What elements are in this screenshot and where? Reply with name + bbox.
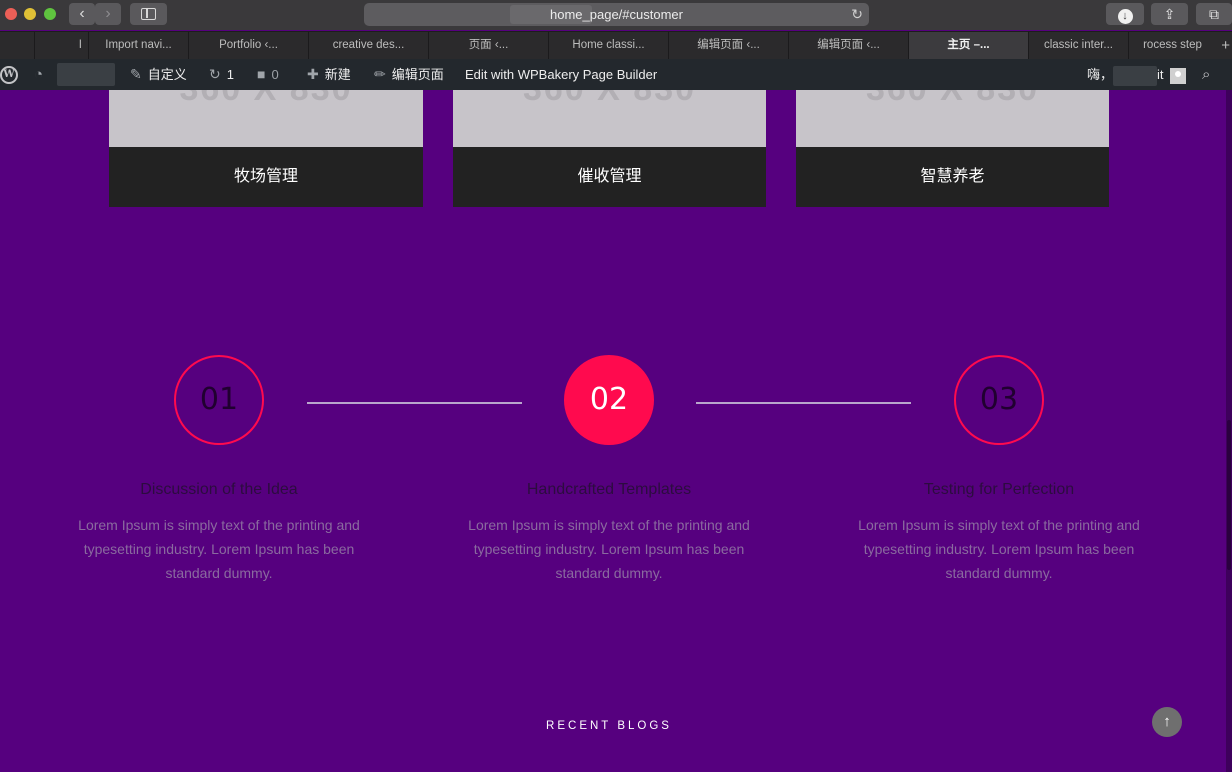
share-button[interactable]: ⇪	[1151, 3, 1188, 25]
step-2-circle: 02	[564, 355, 654, 445]
step-1-title: Discussion of the Idea	[140, 481, 298, 498]
card-title: 催收管理	[453, 147, 766, 207]
new-content-link[interactable]: ✚ 新建	[307, 59, 351, 90]
new-tab-button[interactable]: +	[1221, 32, 1230, 59]
tab-label: 主页 –...	[947, 39, 990, 51]
chevron-left-icon: ‹	[79, 5, 85, 22]
paintbrush-icon: ✎	[130, 66, 142, 82]
username-suffix: it	[1157, 67, 1164, 82]
portfolio-card[interactable]: 360 X 830 牧场管理	[109, 90, 423, 207]
scroll-to-top-button[interactable]: ↑	[1152, 707, 1182, 737]
new-label: 新建	[324, 67, 351, 82]
greeting-text: 嗨，	[1087, 67, 1114, 82]
browser-titlebar: ‹ › home_page/#customer ↻ ↓ ⇪ ⧉	[0, 0, 1232, 30]
plus-icon: ✚	[307, 66, 319, 82]
placeholder-dimensions: 360 X 830	[796, 90, 1109, 109]
card-image-placeholder: 360 X 830	[453, 90, 766, 147]
tab-label: 编辑页面 ‹...	[817, 39, 880, 51]
redacted-site-name[interactable]	[57, 63, 115, 86]
comments-link[interactable]: ■ 0	[257, 59, 279, 90]
step-2-description: Lorem Ipsum is simply text of the printi…	[468, 517, 750, 581]
address-bar[interactable]: home_page/#customer ↻	[364, 3, 869, 26]
tab-overview-button[interactable]: ⧉	[1196, 3, 1232, 25]
search-icon[interactable]: ⌕	[1202, 59, 1210, 90]
tab-label: rocess step	[1143, 39, 1202, 51]
tabs-overview-icon: ⧉	[1209, 6, 1219, 22]
tab-4[interactable]: creative des...	[308, 32, 428, 59]
step-3-circle: 03	[954, 355, 1044, 445]
sidebar-toggle-button[interactable]	[130, 3, 167, 25]
edit-page-label: 编辑页面	[391, 67, 444, 82]
arrow-up-icon: ↑	[1163, 713, 1171, 730]
card-image-placeholder: 360 X 830	[109, 90, 423, 147]
tab-label: classic inter...	[1043, 39, 1114, 51]
tab-label: 页面 ‹...	[468, 39, 509, 51]
redacted-username	[1113, 65, 1158, 86]
wordpress-icon: W	[0, 66, 18, 84]
step-1-circle: 01	[174, 355, 264, 445]
downloads-button[interactable]: ↓	[1106, 3, 1144, 25]
comment-icon: ■	[257, 66, 266, 82]
reload-icon[interactable]: ↻	[851, 3, 863, 26]
card-title: 牧场管理	[109, 147, 423, 207]
portfolio-card[interactable]: 360 X 830 智慧养老	[796, 90, 1109, 207]
recent-blogs-heading: RECENT BLOGS	[546, 720, 672, 732]
download-icon: ↓	[1117, 9, 1133, 24]
tab-label: 编辑页面 ‹...	[697, 39, 760, 51]
page-scrollbar-thumb[interactable]	[1227, 420, 1231, 570]
refresh-icon: ↻	[209, 66, 221, 82]
close-window-button[interactable]	[5, 8, 17, 20]
wpbakery-label: Edit with WPBakery Page Builder	[465, 67, 658, 82]
wpbakery-edit-link[interactable]: Edit with WPBakery Page Builder	[465, 59, 657, 90]
wordpress-logo-button[interactable]: W	[0, 59, 22, 90]
customize-link[interactable]: ✎ 自定义	[130, 59, 187, 90]
tab-10[interactable]: classic inter...	[1028, 32, 1128, 59]
tab-8[interactable]: 编辑页面 ‹...	[788, 32, 908, 59]
pencil-icon: ✏	[374, 66, 386, 82]
tab-label: Home classi...	[572, 39, 645, 51]
back-button[interactable]: ‹	[69, 3, 95, 25]
step-3-title: Testing for Perfection	[923, 481, 1075, 498]
chevron-right-icon: ›	[105, 5, 111, 22]
minimize-window-button[interactable]	[24, 8, 36, 20]
step-connector-line	[307, 402, 522, 404]
step-connector-line	[696, 402, 911, 404]
zoom-window-button[interactable]	[44, 8, 56, 20]
tab-label: I	[78, 39, 82, 51]
portfolio-card[interactable]: 360 X 830 催收管理	[453, 90, 766, 207]
tab-strip: I Import navi... Portfolio ‹... creative…	[0, 31, 1232, 59]
placeholder-dimensions: 360 X 830	[109, 90, 423, 109]
my-account-menu[interactable]: 嗨， it	[1087, 59, 1186, 90]
tab-1[interactable]: I	[34, 32, 88, 59]
updates-count: 1	[226, 67, 234, 82]
tab-11[interactable]: rocess step	[1128, 32, 1216, 59]
tab-3[interactable]: Portfolio ‹...	[188, 32, 308, 59]
url-text: home_page/#customer	[550, 7, 683, 22]
forward-button[interactable]: ›	[95, 3, 121, 25]
tab-label: creative des...	[332, 39, 405, 51]
tab-2[interactable]: Import navi...	[88, 32, 188, 59]
comments-count: 0	[271, 67, 279, 82]
share-icon: ⇪	[1163, 6, 1176, 22]
avatar	[1169, 67, 1186, 84]
tab-label: Import navi...	[105, 39, 172, 51]
tab-label: Portfolio ‹...	[219, 39, 278, 51]
tab-5[interactable]: 页面 ‹...	[428, 32, 548, 59]
card-image-placeholder: 360 X 830	[796, 90, 1109, 147]
step-3-description: Lorem Ipsum is simply text of the printi…	[858, 517, 1140, 581]
step-2-title: Handcrafted Templates	[526, 481, 692, 498]
sidebar-icon	[141, 8, 156, 20]
card-title: 智慧养老	[796, 147, 1109, 207]
step-1-description: Lorem Ipsum is simply text of the printi…	[78, 517, 360, 581]
customize-label: 自定义	[147, 67, 187, 82]
dashboard-icon[interactable]: ◔	[34, 59, 43, 90]
tab-7[interactable]: 编辑页面 ‹...	[668, 32, 788, 59]
tab-6[interactable]: Home classi...	[548, 32, 668, 59]
wp-admin-bar: W ◔ ✎ 自定义 ↻ 1 ■ 0 ✚ 新建 ✏ 编辑页面 Edit with WPBak…	[0, 59, 1232, 90]
placeholder-dimensions: 360 X 830	[453, 90, 766, 109]
updates-link[interactable]: ↻ 1	[209, 59, 234, 90]
tab-9-active[interactable]: 主页 –...	[908, 32, 1028, 59]
edit-page-link[interactable]: ✏ 编辑页面	[374, 59, 444, 90]
